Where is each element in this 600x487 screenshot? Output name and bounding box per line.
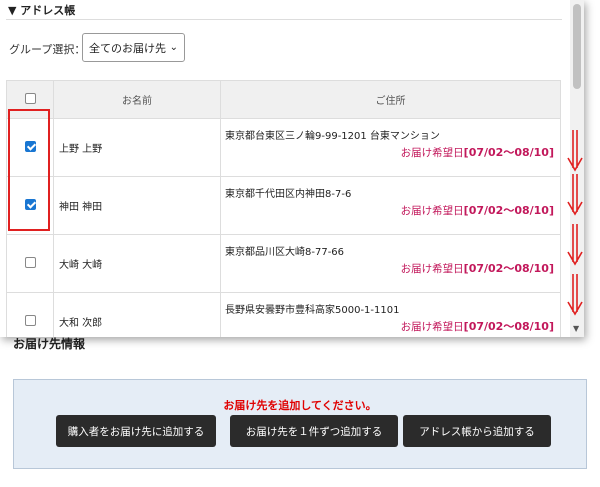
down-arrow-icon (567, 130, 583, 172)
add-from-address-book-button[interactable]: アドレス帳から追加する (403, 415, 551, 447)
table-header-row: お名前 ご住所 (6, 80, 561, 119)
selected-rows-highlight (8, 109, 50, 231)
delivery-add-panel: お届け先を追加してください。 購入者をお届け先に追加する お届け先を１件ずつ追加… (13, 379, 587, 469)
add-one-by-one-button[interactable]: お届け先を１件ずつ追加する (230, 415, 398, 447)
down-arrow-icon (567, 174, 583, 216)
table-row[interactable]: 大崎 大崎 東京都品川区大崎8-77-66 お届け希望日[07/02～08/10] (6, 234, 561, 293)
row-address-cell: 長野県安曇野市豊科高家5000-1-1101 お届け希望日[07/02～08/10… (220, 292, 561, 337)
address-table: お名前 ご住所 上野 上野 東京都台東区三ノ輪9-99-1201 台東マンションお… (6, 80, 561, 337)
delivery-label: お届け希望日 (400, 147, 464, 159)
row-name: 大和 次郎 (53, 292, 221, 337)
row-address: 東京都台東区三ノ輪9-99-1201 台東マンション (225, 131, 440, 142)
group-select-label: グループ選択： (9, 43, 86, 56)
delivery-label: お届け希望日 (400, 263, 464, 275)
row-checkbox[interactable] (24, 256, 36, 268)
select-all-checkbox[interactable] (24, 92, 36, 104)
delivery-label: お届け希望日 (400, 321, 464, 333)
address-column-header: ご住所 (220, 80, 561, 119)
delivery-label: お届け希望日 (400, 205, 464, 217)
row-delivery-date: お届け希望日[07/02～08/10] (401, 260, 554, 276)
row-address: 長野県安曇野市豊科高家5000-1-1101 (225, 305, 400, 316)
delivery-dates: [07/02～08/10] (463, 262, 554, 275)
group-select[interactable]: 全てのお届け先 ⌄ (82, 33, 185, 62)
chevron-down-icon: ⌄ (169, 42, 178, 53)
down-arrow-icon (567, 224, 583, 266)
row-name: 上野 上野 (53, 118, 221, 177)
delivery-dates: [07/02～08/10] (463, 320, 554, 333)
row-address-cell: 東京都台東区三ノ輪9-99-1201 台東マンションお届け希望日[07/02～0… (220, 118, 561, 177)
row-checkbox[interactable] (24, 314, 36, 326)
table-row[interactable]: 大和 次郎 長野県安曇野市豊科高家5000-1-1101 お届け希望日[07/02～… (6, 292, 561, 337)
row-name: 大崎 大崎 (53, 234, 221, 293)
row-delivery-date: お届け希望日[07/02～08/10] (401, 144, 554, 160)
row-delivery-date: お届け希望日[07/02～08/10] (401, 202, 554, 218)
address-book-popup: ▼ アドレス帳 グループ選択： 全てのお届け先 ⌄ お名前 ご住所 上野 上野東… (0, 0, 584, 337)
delivery-dates: [07/02～08/10] (463, 204, 554, 217)
delivery-dates: [07/02～08/10] (463, 146, 554, 159)
row-address-cell: 東京都千代田区内神田8-7-6 お届け希望日[07/02～08/10] (220, 176, 561, 235)
row-address-cell: 東京都品川区大崎8-77-66 お届け希望日[07/02～08/10] (220, 234, 561, 293)
table-row[interactable]: 神田 神田 東京都千代田区内神田8-7-6 お届け希望日[07/02～08/10] (6, 176, 561, 235)
row-address: 東京都品川区大崎8-77-66 (225, 247, 345, 258)
row-check-cell (6, 234, 54, 293)
row-check-cell (6, 292, 54, 337)
scrollbar-thumb[interactable] (573, 4, 581, 89)
add-buyer-button[interactable]: 購入者をお届け先に追加する (56, 415, 216, 447)
row-delivery-date: お届け希望日[07/02～08/10] (401, 318, 554, 334)
down-arrow-icon (567, 274, 583, 316)
divider (6, 19, 562, 20)
table-row[interactable]: 上野 上野 東京都台東区三ノ輪9-99-1201 台東マンションお届け希望日[07… (6, 118, 561, 177)
delivery-info-title: お届け先情報 (13, 337, 86, 351)
add-delivery-message: お届け先を追加してください。 (223, 399, 377, 412)
name-column-header: お名前 (53, 80, 221, 119)
row-name: 神田 神田 (53, 176, 221, 235)
address-book-title[interactable]: ▼ アドレス帳 (8, 2, 75, 18)
group-select-value: 全てのお届け先 (89, 41, 166, 55)
scroll-down-icon[interactable]: ▼ (573, 324, 579, 333)
row-address: 東京都千代田区内神田8-7-6 (225, 189, 352, 200)
